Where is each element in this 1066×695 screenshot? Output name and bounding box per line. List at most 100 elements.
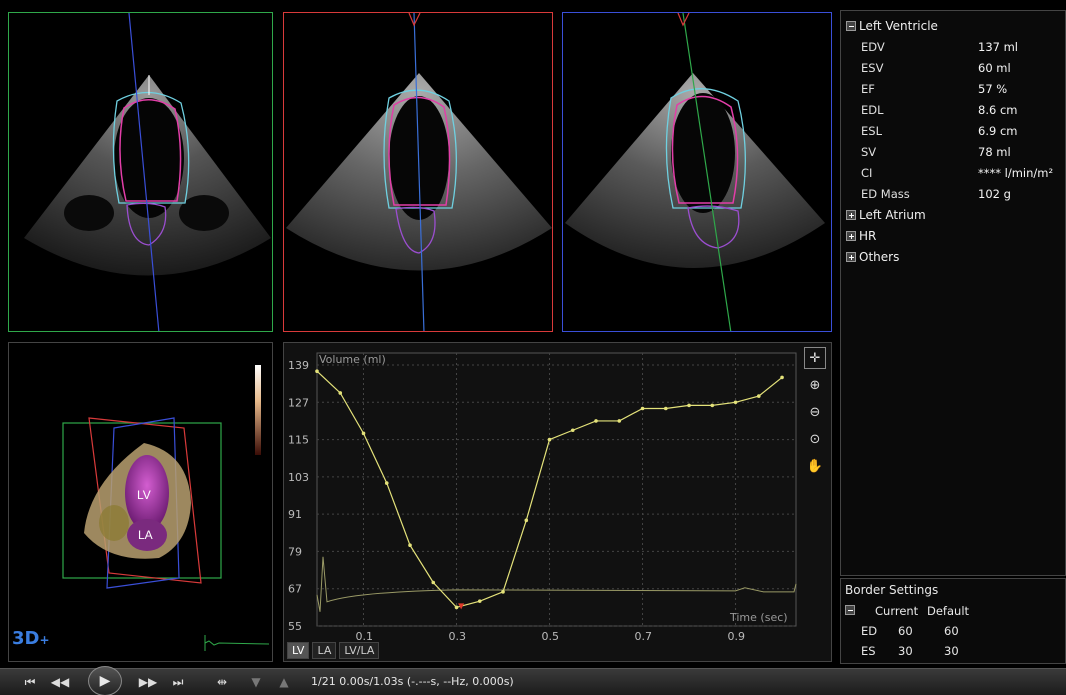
zoom-out-icon: ⊖: [809, 404, 821, 420]
y-tick-label: 127: [288, 396, 309, 409]
last-frame-button[interactable]: ⏭: [168, 673, 188, 691]
measurement-value: 102 g: [978, 186, 1011, 201]
measurement-row[interactable]: EDL 8.6 cm: [841, 99, 1065, 120]
echo-view-1-image: [24, 13, 271, 331]
y-tick-label: 103: [288, 471, 309, 484]
volume-point: [663, 406, 668, 411]
measurement-value: 57 %: [978, 81, 1008, 96]
volume-point: [640, 406, 645, 411]
measurement-label: ESL: [861, 123, 882, 138]
collapse-icon[interactable]: [845, 605, 855, 615]
skip-start-icon: ⏮: [24, 674, 36, 689]
step-forward-icon: ▶▶: [138, 675, 158, 689]
volume-point: [687, 403, 691, 408]
measurement-label: ED Mass: [861, 186, 910, 201]
volume-point: [477, 599, 482, 603]
measurement-value: **** l/min/m²: [978, 165, 1054, 180]
measurement-label: EF: [861, 81, 875, 96]
volume-point: [780, 375, 784, 380]
x-axis-label: Time (sec): [729, 611, 788, 624]
y-tick-label: 79: [288, 545, 302, 558]
next-frame-button[interactable]: ▶▶: [137, 673, 159, 691]
crosshair-tool-button[interactable]: ✛: [804, 347, 826, 369]
tab-lv[interactable]: LV: [287, 642, 310, 659]
volume-time-graph[interactable]: 55 67 79 91 103 115 127 139 0.1 0.3 0.5 0.7 0.9 Volum…: [283, 342, 832, 662]
zoom-reset-icon: ⊙: [809, 431, 821, 447]
measurement-value: 60 ml: [978, 60, 1011, 75]
section-title: Others: [859, 249, 900, 264]
speed-up-button[interactable]: ▲: [274, 673, 294, 691]
border-settings-panel: Border Settings Current Default ED 60 60…: [840, 578, 1066, 664]
volume-point: [501, 590, 505, 594]
measurement-row[interactable]: ESV 60 ml: [841, 57, 1065, 78]
lv-label: LV: [137, 488, 151, 502]
section-others[interactable]: Others: [841, 246, 1065, 267]
expand-icon[interactable]: [846, 209, 856, 220]
volume-point: [617, 419, 622, 423]
crosshair-icon: ✛: [809, 350, 821, 366]
expand-icon[interactable]: [846, 251, 856, 262]
border-settings-header: Current Default: [841, 601, 1065, 621]
loop-icon: ⇹: [216, 675, 228, 689]
echo-view-2-image: [286, 13, 552, 331]
measurement-row[interactable]: EF 57 %: [841, 78, 1065, 99]
zoom-reset-button[interactable]: ⊙: [804, 428, 826, 450]
row-label: ED: [861, 624, 878, 638]
volume-3d-render: LV LA: [62, 365, 270, 651]
echo-view-3[interactable]: [562, 12, 832, 332]
measurement-row[interactable]: SV 78 ml: [841, 141, 1065, 162]
volume-point: [570, 428, 575, 433]
volume-point: [547, 437, 552, 442]
y-tick-label: 139: [288, 359, 309, 372]
pan-tool-button[interactable]: ✋: [804, 455, 826, 477]
loop-button[interactable]: ⇹: [212, 673, 232, 691]
measurement-row[interactable]: EDV 137 ml: [841, 36, 1065, 57]
volume-point: [315, 369, 319, 374]
section-hr[interactable]: HR: [841, 225, 1065, 246]
volume-point: [338, 391, 343, 395]
tab-la[interactable]: LA: [312, 642, 337, 659]
measurement-row[interactable]: CI **** l/min/m²: [841, 162, 1065, 183]
zoom-in-icon: ⊕: [809, 377, 821, 393]
prev-frame-button[interactable]: ◀◀: [50, 673, 70, 691]
measurement-label: EDL: [861, 102, 884, 117]
zoom-in-button[interactable]: ⊕: [804, 374, 826, 396]
first-frame-button[interactable]: ⏮: [20, 673, 40, 691]
col-current: Current: [875, 604, 919, 618]
tab-lv-la[interactable]: LV/LA: [339, 642, 380, 659]
es-current-value[interactable]: 30: [898, 644, 944, 658]
volume-point: [710, 403, 715, 408]
playback-bar: ⏮ ◀◀ ▶ ▶▶ ⏭ ⇹ ▼ ▲ 1/21 0.00s/1.03s (-.--…: [0, 666, 1066, 695]
volume-3d-view[interactable]: LV LA 3D+: [8, 342, 273, 662]
volume-point: [431, 580, 436, 585]
play-icon: ▶: [99, 673, 111, 689]
echo-view-1[interactable]: [8, 12, 273, 332]
collapse-icon[interactable]: [846, 20, 856, 31]
play-button[interactable]: ▶: [88, 666, 122, 695]
volume-point: [756, 394, 761, 398]
volume-point: [384, 481, 389, 485]
frame-status-text: 1/21 0.00s/1.03s (-.---s, --Hz, 0.000s): [311, 675, 514, 688]
skip-end-icon: ⏭: [172, 674, 184, 689]
measurement-row[interactable]: ESL 6.9 cm: [841, 120, 1065, 141]
section-left-ventricle[interactable]: Left Ventricle: [841, 15, 1065, 36]
measurement-row[interactable]: ED Mass 102 g: [841, 183, 1065, 204]
volume-point: [454, 605, 459, 610]
step-back-icon: ◀◀: [50, 675, 70, 689]
graph-toolbar: ✛ ⊕ ⊖ ⊙ ✋: [804, 347, 828, 482]
volume-point: [594, 419, 598, 423]
volume-chart: 556779911031151271390.1 0.3 0.5 0.7 0.9Volum…: [288, 352, 797, 643]
la-label: LA: [138, 528, 153, 542]
speed-down-button[interactable]: ▼: [246, 673, 266, 691]
section-left-atrium[interactable]: Left Atrium: [841, 204, 1065, 225]
volume-point: [361, 431, 366, 436]
measurements-panel: Left Ventricle EDV 137 ml ESV 60 ml EF 57 % ED…: [840, 10, 1066, 576]
es-default-value: 30: [944, 644, 959, 658]
mini-ecg-trace: [204, 640, 270, 646]
expand-icon[interactable]: [846, 230, 856, 241]
zoom-out-button[interactable]: ⊖: [804, 401, 826, 423]
ed-current-value[interactable]: 60: [898, 624, 944, 638]
x-tick-label: 0.5: [542, 630, 560, 643]
row-label: ES: [861, 644, 876, 658]
echo-view-2[interactable]: [283, 12, 553, 332]
